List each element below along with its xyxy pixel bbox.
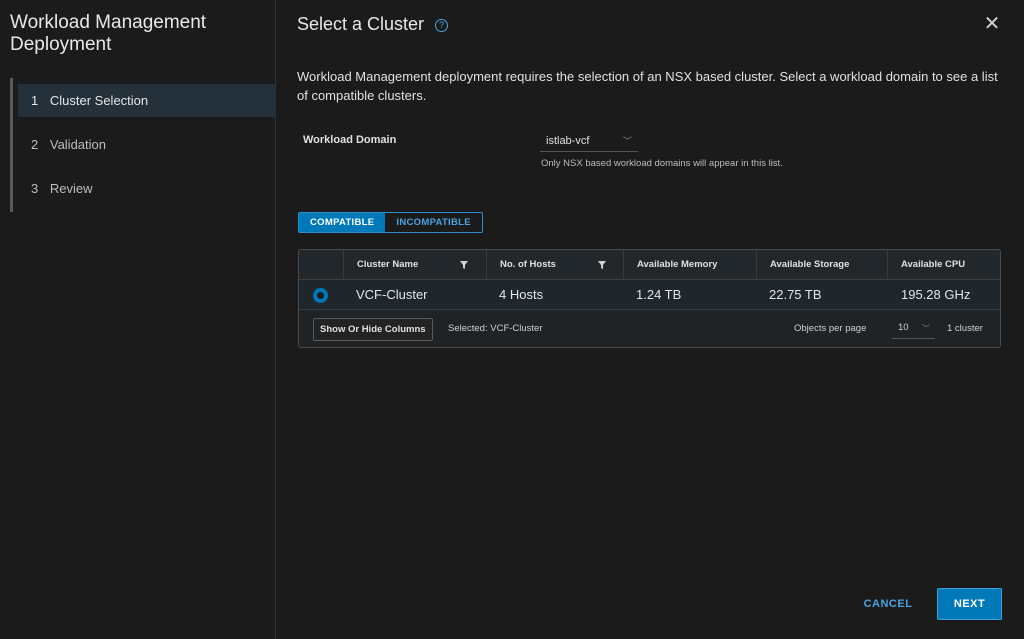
table-row[interactable]: VCF-Cluster 4 Hosts 1.24 TB 22.75 TB 195…: [299, 280, 1000, 310]
cancel-button[interactable]: CANCEL: [853, 589, 923, 619]
step-number: 1: [31, 93, 39, 108]
dialog-main: Select a Cluster ? ✕ Workload Management…: [277, 0, 1024, 639]
column-header-available-storage[interactable]: Available Storage: [756, 250, 887, 280]
column-header-cluster-name[interactable]: Cluster Name: [343, 250, 486, 280]
filter-icon[interactable]: [460, 261, 468, 269]
compatible-button[interactable]: COMPATIBLE: [299, 213, 386, 232]
workload-domain-select[interactable]: istlab-vcf ﹀: [540, 132, 638, 152]
compatibility-toggle: COMPATIBLE INCOMPATIBLE: [298, 212, 483, 233]
step-validation[interactable]: 2 Validation: [18, 128, 276, 161]
dialog-description: Workload Management deployment requires …: [297, 69, 998, 103]
objects-per-page-value: 10: [898, 322, 909, 333]
filter-icon[interactable]: [598, 261, 606, 269]
next-button[interactable]: NEXT: [937, 588, 1002, 620]
show-hide-columns-button[interactable]: Show Or Hide Columns: [313, 318, 433, 341]
column-label: Available CPU: [901, 259, 966, 270]
step-cluster-selection[interactable]: 1 Cluster Selection: [18, 84, 276, 117]
column-header-available-memory[interactable]: Available Memory: [623, 250, 756, 280]
cell-storage: 22.75 TB: [769, 287, 822, 302]
workload-domain-label: Workload Domain: [303, 134, 397, 146]
column-label: No. of Hosts: [500, 259, 556, 270]
cell-cluster-name: VCF-Cluster: [356, 287, 428, 302]
help-icon[interactable]: ?: [435, 19, 448, 32]
cell-hosts: 4 Hosts: [499, 287, 544, 302]
wizard-steps: 1 Cluster Selection 2 Validation 3 Revie…: [10, 78, 276, 212]
column-header-available-cpu[interactable]: Available CPU: [887, 250, 1000, 280]
step-label: Validation: [49, 137, 106, 152]
workload-domain-value: istlab-vcf: [546, 135, 590, 147]
wizard-sidebar: Workload Management Deployment 1 Cluster…: [0, 0, 276, 639]
close-icon[interactable]: ✕: [982, 14, 1002, 34]
table-footer: Show Or Hide Columns Selected: VCF-Clust…: [299, 311, 1000, 347]
dialog-title: Select a Cluster: [297, 14, 425, 34]
cell-memory: 1.24 TB: [636, 287, 682, 302]
chevron-down-icon: ﹀: [622, 136, 632, 146]
column-header-no-of-hosts[interactable]: No. of Hosts: [486, 250, 623, 280]
workload-domain-help: Only NSX based workload domains will app…: [541, 158, 783, 169]
selected-summary: Selected: VCF-Cluster: [448, 323, 543, 334]
incompatible-button[interactable]: INCOMPATIBLE: [385, 213, 482, 232]
column-label: Available Storage: [770, 259, 850, 270]
cluster-table: Cluster Name No. of Hosts Available Memo…: [298, 249, 1001, 348]
table-header: Cluster Name No. of Hosts Available Memo…: [299, 250, 1000, 280]
chevron-down-icon: ﹀: [922, 324, 930, 333]
objects-per-page-label: Objects per page: [794, 323, 867, 334]
step-review[interactable]: 3 Review: [18, 172, 276, 205]
step-label: Review: [49, 181, 93, 196]
column-label: Available Memory: [637, 259, 718, 270]
wizard-title: Workload Management Deployment: [10, 12, 207, 55]
step-number: 2: [31, 137, 39, 152]
objects-per-page-select[interactable]: 10 ﹀: [892, 319, 935, 339]
item-count: 1 cluster: [947, 323, 983, 334]
step-label: Cluster Selection: [49, 93, 149, 108]
column-label: Cluster Name: [357, 259, 419, 270]
row-radio-selected[interactable]: [313, 288, 328, 303]
cell-cpu: 195.28 GHz: [901, 287, 971, 302]
step-number: 3: [31, 181, 39, 196]
